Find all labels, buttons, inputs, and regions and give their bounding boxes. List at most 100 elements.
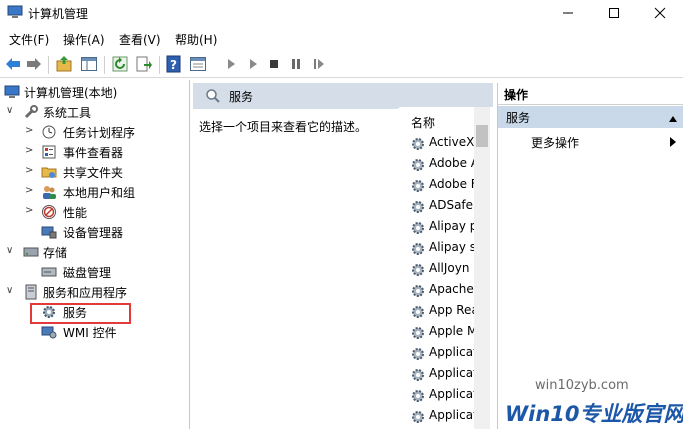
gear-icon bbox=[410, 409, 426, 425]
gear-icon bbox=[410, 220, 426, 236]
services-pane: 服务 选择一个项目来查看它的描述。 名称 ActiveX Adobe A Adobe… bbox=[193, 83, 493, 429]
gear-icon bbox=[410, 178, 426, 194]
chevron-right-icon[interactable]: > bbox=[25, 185, 35, 197]
tree-wmi[interactable]: WMI 控件 bbox=[0, 322, 190, 342]
help-icon[interactable]: ? bbox=[165, 55, 183, 73]
shared-folder-icon bbox=[41, 164, 57, 180]
menu-bar: 文件(F) 操作(A) 查看(V) 帮助(H) bbox=[0, 28, 683, 50]
computer-management-icon bbox=[7, 5, 23, 19]
forward-arrow-icon[interactable] bbox=[25, 55, 43, 73]
clock-icon bbox=[41, 124, 57, 140]
gear-icon bbox=[410, 136, 426, 152]
export-list-icon[interactable] bbox=[135, 55, 153, 73]
gear-icon bbox=[410, 283, 426, 299]
start-service-icon[interactable] bbox=[222, 55, 240, 73]
storage-icon bbox=[23, 244, 39, 260]
title-bar: 计算机管理 bbox=[0, 0, 683, 26]
chevron-right-icon[interactable]: > bbox=[25, 205, 35, 217]
menu-help[interactable]: 帮助(H) bbox=[175, 31, 217, 48]
tree-task-scheduler[interactable]: > 任务计划程序 bbox=[0, 122, 190, 142]
menu-view[interactable]: 查看(V) bbox=[119, 31, 161, 48]
services-header: 服务 bbox=[193, 83, 493, 109]
tree-event-viewer[interactable]: > 事件查看器 bbox=[0, 142, 190, 162]
refresh-icon[interactable] bbox=[111, 55, 129, 73]
service-name: ADSafe bbox=[429, 198, 474, 212]
tree-root[interactable]: 计算机管理(本地) bbox=[0, 82, 190, 102]
chevron-right-icon[interactable]: > bbox=[25, 125, 35, 137]
tree-services-apps[interactable]: ∨ 服务和应用程序 bbox=[0, 282, 190, 302]
show-hide-tree-icon[interactable] bbox=[80, 55, 98, 73]
console-tree: 计算机管理(本地) ∨ 系统工具 > 任务计划程序 > 事件查看器 > 共享文件… bbox=[0, 80, 190, 429]
actions-title: 操作 bbox=[498, 83, 683, 105]
service-name: Applicat bbox=[429, 408, 478, 422]
service-name: ActiveX bbox=[429, 135, 475, 149]
vertical-scrollbar[interactable] bbox=[474, 107, 490, 429]
stop-service-icon[interactable] bbox=[265, 55, 283, 73]
svg-text:?: ? bbox=[170, 58, 177, 72]
service-description: 选择一个项目来查看它的描述。 bbox=[199, 120, 368, 134]
gear-icon bbox=[410, 199, 426, 215]
tools-icon bbox=[23, 104, 39, 120]
start-service-alt-icon[interactable] bbox=[244, 55, 262, 73]
selection-highlight-box bbox=[30, 303, 131, 324]
watermark-logo: Win10专业版官网 bbox=[505, 402, 683, 426]
menu-action[interactable]: 操作(A) bbox=[63, 31, 105, 48]
tree-disk-management[interactable]: 磁盘管理 bbox=[0, 262, 190, 282]
service-name: Applicat bbox=[429, 366, 478, 380]
service-name: Alipay p bbox=[429, 219, 478, 233]
pause-service-icon[interactable] bbox=[287, 55, 305, 73]
gear-icon bbox=[410, 157, 426, 173]
server-icon bbox=[23, 284, 39, 300]
tree-system-tools[interactable]: ∨ 系统工具 bbox=[0, 102, 190, 122]
minimize-button[interactable] bbox=[545, 0, 591, 26]
users-icon bbox=[41, 184, 57, 200]
collapse-up-icon[interactable] bbox=[668, 112, 678, 126]
service-name: Alipay s bbox=[429, 240, 477, 254]
tree-device-manager[interactable]: 设备管理器 bbox=[0, 222, 190, 242]
watermark-url: win10zyb.com bbox=[535, 378, 629, 393]
device-manager-icon bbox=[41, 224, 57, 240]
gear-icon bbox=[410, 304, 426, 320]
window-title: 计算机管理 bbox=[28, 7, 89, 21]
search-icon bbox=[205, 88, 221, 107]
service-name: Adobe A bbox=[429, 156, 479, 170]
chevron-right-icon bbox=[670, 136, 676, 150]
properties-icon[interactable] bbox=[189, 55, 207, 73]
service-name: Applicat bbox=[429, 387, 478, 401]
chevron-right-icon[interactable]: > bbox=[25, 165, 35, 177]
chevron-right-icon[interactable]: > bbox=[25, 145, 35, 157]
tree-local-users[interactable]: > 本地用户和组 bbox=[0, 182, 190, 202]
disk-icon bbox=[41, 264, 57, 280]
more-actions-item[interactable]: 更多操作 bbox=[498, 131, 683, 151]
tree-shared-folders[interactable]: > 共享文件夹 bbox=[0, 162, 190, 182]
tree-storage[interactable]: ∨ 存储 bbox=[0, 242, 190, 262]
gear-icon bbox=[410, 241, 426, 257]
service-name: App Rea bbox=[429, 303, 479, 317]
gear-icon bbox=[410, 262, 426, 278]
performance-icon bbox=[41, 204, 57, 220]
chevron-down-icon[interactable]: ∨ bbox=[6, 285, 16, 297]
chevron-down-icon[interactable]: ∨ bbox=[6, 245, 16, 257]
wmi-icon bbox=[41, 324, 57, 340]
close-button[interactable] bbox=[637, 0, 683, 26]
back-arrow-icon[interactable] bbox=[4, 55, 22, 73]
event-viewer-icon bbox=[41, 144, 57, 160]
actions-section-services[interactable]: 服务 bbox=[498, 106, 683, 128]
chevron-down-icon[interactable]: ∨ bbox=[6, 105, 16, 117]
computer-management-icon bbox=[4, 84, 20, 100]
service-name: AllJoyn I bbox=[429, 261, 477, 275]
gear-icon bbox=[410, 346, 426, 362]
tree-performance[interactable]: > 性能 bbox=[0, 202, 190, 222]
gear-icon bbox=[410, 367, 426, 383]
service-name: Apple M bbox=[429, 324, 478, 338]
gear-icon bbox=[410, 388, 426, 404]
scrollbar-thumb[interactable] bbox=[476, 125, 488, 147]
service-name: Applicat bbox=[429, 345, 478, 359]
menu-file[interactable]: 文件(F) bbox=[9, 31, 49, 48]
maximize-button[interactable] bbox=[591, 0, 637, 26]
column-header-name[interactable]: 名称 bbox=[411, 114, 435, 131]
up-folder-icon[interactable] bbox=[55, 55, 73, 73]
restart-service-icon[interactable] bbox=[310, 55, 328, 73]
gear-icon bbox=[410, 325, 426, 341]
toolbar: ? bbox=[0, 52, 683, 78]
